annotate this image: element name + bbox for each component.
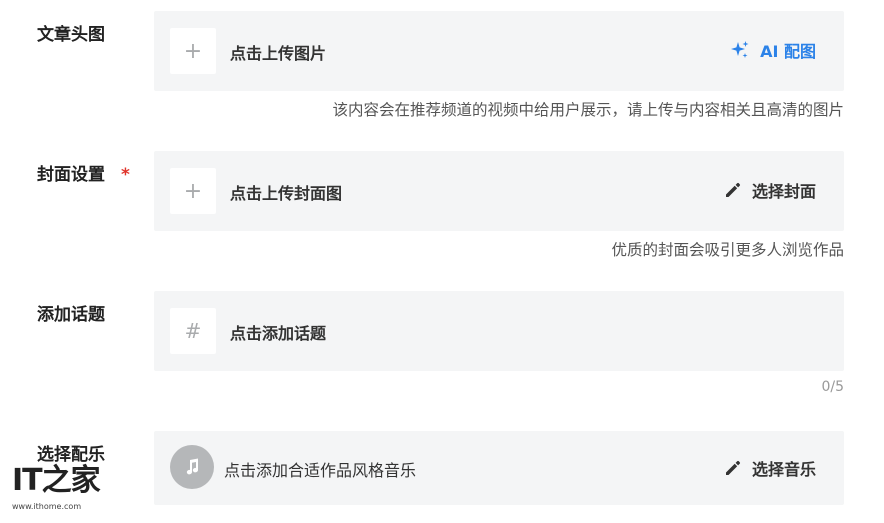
cover-label: 文章头图 — [37, 25, 105, 45]
ithome-watermark: IT之家 www.ithome.com — [12, 463, 101, 512]
required-mark: * — [121, 165, 130, 185]
topic-area: # 点击添加话题 — [154, 291, 844, 371]
topic-add-button[interactable]: 点击添加话题 — [230, 320, 326, 344]
poster-label-text: 封面设置 — [37, 165, 105, 185]
poster-upload-area: + 点击上传封面图 选择封面 — [154, 151, 844, 231]
plus-icon: + — [183, 178, 203, 204]
sparkle-icon — [731, 41, 749, 58]
topic-add-tile[interactable]: # — [170, 308, 216, 354]
ai-image-label: AI 配图 — [760, 42, 816, 61]
select-music-button[interactable]: 选择音乐 — [724, 456, 816, 480]
topic-counter: 0/5 — [821, 379, 844, 395]
ithome-url: www.ithome.com — [12, 502, 82, 511]
music-add-button[interactable]: 点击添加合适作品风格音乐 — [224, 457, 416, 481]
plus-icon: + — [183, 38, 203, 64]
pencil-icon — [725, 460, 741, 475]
cover-upload-button[interactable]: 点击上传图片 — [230, 40, 326, 64]
poster-upload-tile[interactable]: + — [170, 168, 216, 214]
topic-label: 添加话题 — [37, 305, 105, 325]
hashtag-icon: # — [184, 319, 202, 343]
poster-upload-button[interactable]: 点击上传封面图 — [230, 180, 342, 204]
poster-hint: 优质的封面会吸引更多人浏览作品 — [611, 241, 844, 259]
cover-upload-area: + 点击上传图片 AI 配图 — [154, 11, 844, 91]
music-note-icon — [186, 458, 199, 475]
ai-image-button[interactable]: AI 配图 — [730, 38, 816, 62]
music-area: 点击添加合适作品风格音乐 选择音乐 — [154, 431, 844, 505]
select-music-label: 选择音乐 — [751, 460, 816, 479]
cover-hint: 该内容会在推荐频道的视频中给用户展示，请上传与内容相关且高清的图片 — [332, 101, 844, 119]
music-add-tile[interactable] — [170, 445, 214, 489]
pencil-icon — [725, 182, 741, 197]
music-label: 选择配乐 — [37, 445, 105, 465]
ithome-logo: IT之家 — [12, 463, 101, 498]
poster-label: 封面设置 * — [37, 160, 130, 185]
select-cover-button[interactable]: 选择封面 — [724, 178, 816, 202]
select-cover-label: 选择封面 — [751, 182, 816, 201]
cover-upload-tile[interactable]: + — [170, 28, 216, 74]
